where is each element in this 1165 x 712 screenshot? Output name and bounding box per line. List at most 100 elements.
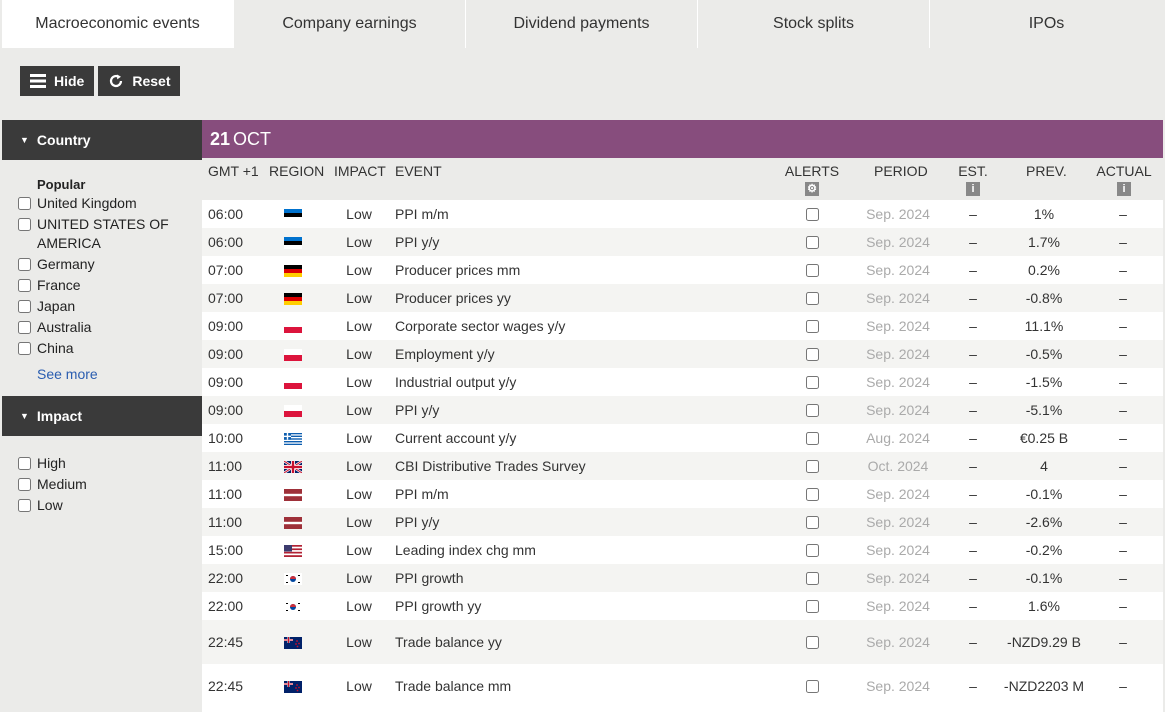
event-time: 09:00 [208, 402, 244, 418]
date-header: 21 OCT [202, 120, 1163, 158]
event-impact: Low [346, 634, 372, 650]
impact-checkbox[interactable] [18, 499, 31, 512]
alert-checkbox[interactable] [805, 635, 819, 649]
country-checkbox[interactable] [18, 218, 31, 231]
event-period: Sep. 2024 [866, 486, 930, 502]
country-checkbox[interactable] [18, 342, 31, 355]
event-time: 11:00 [208, 458, 242, 474]
table-row: 10:00 Low Current account y/y Aug. 2024 – €0.… [202, 424, 1163, 452]
alert-checkbox[interactable] [805, 487, 819, 501]
event-period: Sep. 2024 [866, 570, 930, 586]
event-impact: Low [346, 374, 372, 390]
hide-button[interactable]: Hide [20, 66, 95, 96]
reset-button[interactable]: Reset [98, 66, 181, 96]
alert-cell [800, 452, 824, 480]
alert-cell [800, 508, 824, 536]
alert-checkbox[interactable] [805, 543, 819, 557]
alert-cell [800, 396, 824, 424]
event-estimate: – [969, 542, 977, 558]
table-row: 09:00 Low Employment y/y Sep. 2024 – -0.5% – [202, 340, 1163, 368]
impact-option-medium[interactable]: Medium [2, 475, 202, 494]
event-impact: Low [346, 542, 372, 558]
alert-checkbox[interactable] [805, 319, 819, 333]
tab-ipos[interactable]: IPOs [930, 0, 1163, 48]
alert-checkbox[interactable] [805, 347, 819, 361]
country-option-china[interactable]: China [2, 339, 202, 358]
country-option-uk[interactable]: United Kingdom [2, 194, 202, 213]
alert-checkbox[interactable] [805, 375, 819, 389]
event-previous: -NZD2203 M [1003, 677, 1085, 694]
event-time: 07:00 [208, 290, 244, 306]
country-option-australia[interactable]: Australia [2, 318, 202, 337]
country-checkbox[interactable] [18, 197, 31, 210]
alert-checkbox[interactable] [805, 263, 819, 277]
event-actual: – [1119, 570, 1127, 586]
alert-checkbox[interactable] [805, 207, 819, 221]
col-header-impact: IMPACT [334, 163, 386, 179]
event-estimate: – [969, 262, 977, 278]
event-name: Leading index chg mm [395, 542, 536, 558]
event-actual: – [1119, 374, 1127, 390]
event-estimate: – [969, 458, 977, 474]
alert-checkbox[interactable] [805, 599, 819, 613]
event-previous: 11.1% [1024, 317, 1064, 334]
settings-gear-icon[interactable]: ⚙ [805, 182, 819, 196]
event-period: Sep. 2024 [866, 318, 930, 334]
info-icon[interactable]: i [1117, 182, 1131, 196]
region-flag-icon [278, 480, 308, 508]
tab-macroeconomic-events[interactable]: Macroeconomic events [2, 0, 234, 48]
event-period: Sep. 2024 [866, 514, 930, 530]
event-period: Aug. 2024 [866, 430, 930, 446]
event-previous: -NZD9.29 B [1007, 633, 1081, 650]
country-checkbox[interactable] [18, 321, 31, 334]
alert-cell [800, 368, 824, 396]
event-name: Trade balance yy [395, 634, 502, 650]
event-time: 15:00 [208, 542, 244, 558]
event-estimate: – [969, 598, 977, 614]
country-checkbox[interactable] [18, 279, 31, 292]
event-time: 06:00 [208, 234, 244, 250]
alert-checkbox[interactable] [805, 235, 819, 249]
event-estimate: – [969, 346, 977, 362]
impact-option-low[interactable]: Low [2, 496, 202, 515]
country-filter-header[interactable]: ▼ Country [2, 120, 202, 160]
alert-checkbox[interactable] [805, 403, 819, 417]
alert-checkbox[interactable] [805, 431, 819, 445]
event-estimate: – [969, 514, 977, 530]
impact-option-high[interactable]: High [2, 454, 202, 473]
alert-checkbox[interactable] [805, 459, 819, 473]
country-checkbox[interactable] [18, 300, 31, 313]
caret-down-icon: ▼ [20, 135, 29, 145]
tab-stock-splits[interactable]: Stock splits [698, 0, 930, 48]
table-row: 22:45 Low Trade balance yy Sep. 2024 – -NZD9.… [202, 620, 1163, 664]
country-option-france[interactable]: France [2, 276, 202, 295]
table-row: 09:00 Low Industrial output y/y Sep. 2024 – -… [202, 368, 1163, 396]
event-estimate: – [969, 374, 977, 390]
alert-checkbox[interactable] [805, 679, 819, 693]
region-flag-icon [278, 424, 308, 452]
event-actual: – [1119, 514, 1127, 530]
country-option-japan[interactable]: Japan [2, 297, 202, 316]
tab-company-earnings[interactable]: Company earnings [234, 0, 466, 48]
country-option-usa[interactable]: UNITED STATES OF AMERICA [2, 215, 202, 253]
alert-checkbox[interactable] [805, 515, 819, 529]
alert-checkbox[interactable] [805, 571, 819, 585]
alert-checkbox[interactable] [805, 291, 819, 305]
tab-dividend-payments[interactable]: Dividend payments [466, 0, 698, 48]
event-name: PPI m/m [395, 486, 449, 502]
region-flag-icon [278, 620, 308, 664]
country-checkbox[interactable] [18, 258, 31, 271]
event-impact: Low [346, 206, 372, 222]
see-more-countries-link[interactable]: See more [37, 366, 202, 382]
info-icon[interactable]: i [966, 182, 980, 196]
country-option-germany[interactable]: Germany [2, 255, 202, 274]
table-row: 22:00 Low PPI growth yy Sep. 2024 – 1.6% – [202, 592, 1163, 620]
col-header-est: EST. i [958, 163, 988, 196]
impact-filter-header[interactable]: ▼ Impact [2, 396, 202, 436]
impact-checkbox[interactable] [18, 478, 31, 491]
region-flag-icon [278, 564, 308, 592]
impact-checkbox[interactable] [18, 457, 31, 470]
region-flag-icon [278, 664, 308, 708]
region-flag-icon [278, 228, 308, 256]
region-flag-icon [278, 312, 308, 340]
